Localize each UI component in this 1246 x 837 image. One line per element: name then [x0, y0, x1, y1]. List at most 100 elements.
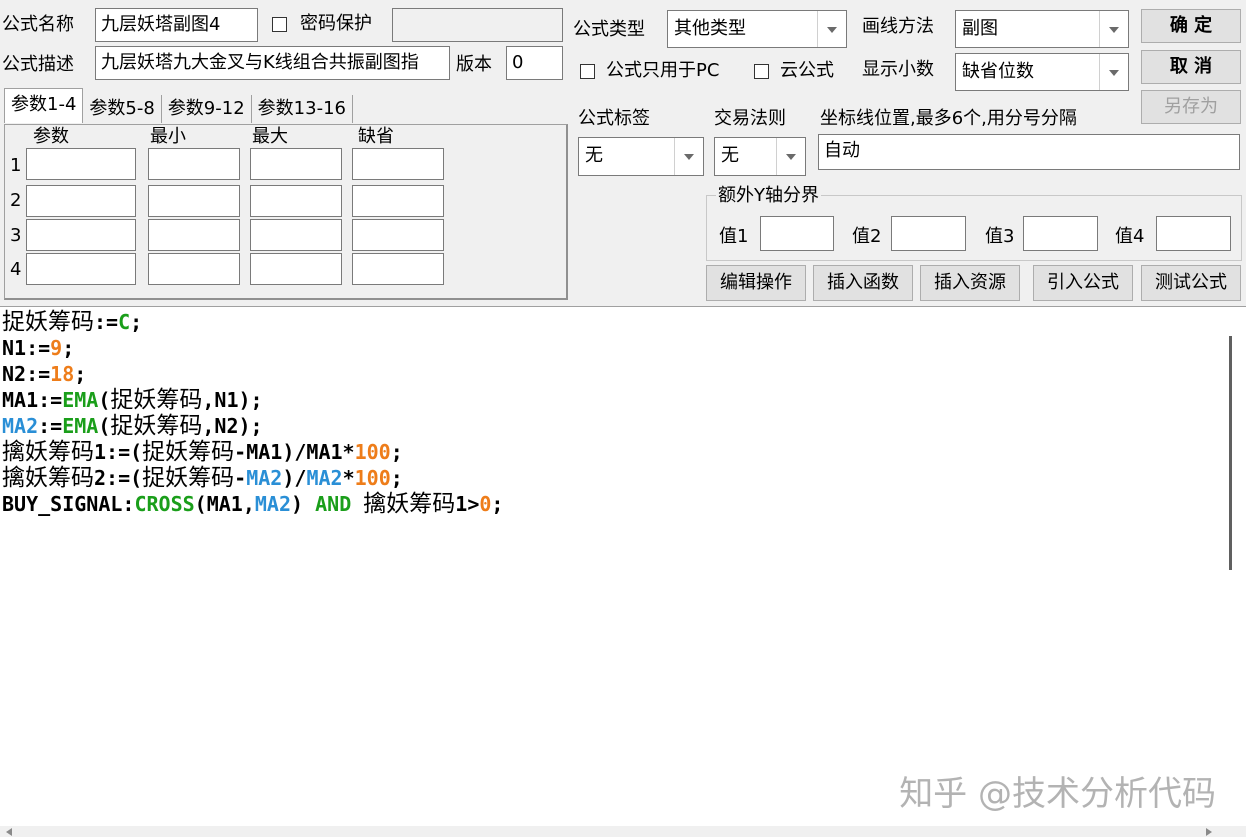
param-default-input[interactable]	[352, 148, 444, 180]
param-default-input[interactable]	[352, 253, 444, 285]
code-token: 捉妖筹码	[110, 387, 203, 413]
horizontal-scrollbar[interactable]	[0, 826, 1246, 837]
code-line-8: BUY_SIGNAL:CROSS(MA1,MA2) AND 擒妖筹码1>0;	[2, 492, 503, 516]
formula-tag-select[interactable]: 无	[578, 137, 704, 176]
draw-method-value: 副图	[962, 18, 998, 39]
col-header-param: 参数	[33, 126, 69, 147]
code-token: BUY_SIGNAL:	[2, 492, 135, 516]
scroll-right-icon[interactable]	[1206, 828, 1212, 836]
insert-function-button[interactable]: 插入函数	[813, 265, 913, 301]
param-max-input[interactable]	[250, 148, 342, 180]
param-max-input[interactable]	[250, 185, 342, 217]
draw-method-select[interactable]: 副图	[955, 10, 1129, 48]
password-label: 密码保护	[300, 13, 372, 34]
formula-type-select[interactable]: 其他类型	[667, 10, 847, 48]
code-token: EMA	[62, 388, 99, 412]
code-token: 捉妖筹码	[110, 413, 203, 439]
code-token: ;	[62, 336, 75, 360]
row-number: 4	[10, 259, 22, 280]
param-min-input[interactable]	[148, 219, 240, 251]
chevron-down-icon[interactable]	[1099, 11, 1128, 47]
col-header-max: 最大	[252, 126, 288, 147]
code-token: CROSS	[134, 492, 195, 516]
formula-name-input[interactable]: 九层妖塔副图4	[95, 8, 258, 42]
vertical-scrollbar-thumb[interactable]	[1229, 336, 1232, 570]
scroll-left-icon[interactable]	[6, 828, 12, 836]
cloud-checkbox[interactable]	[754, 64, 769, 79]
save-as-button[interactable]: 另存为	[1141, 90, 1241, 124]
value-label-4: 值4	[1115, 226, 1145, 247]
code-token: 捉妖筹码	[142, 465, 235, 491]
pc-only-checkbox[interactable]	[580, 64, 595, 79]
code-line-2: N1:=9;	[2, 336, 74, 360]
code-token: 18	[50, 362, 75, 386]
password-input[interactable]	[392, 8, 563, 42]
row-number: 2	[10, 190, 22, 211]
code-token: 1:=(	[94, 440, 143, 464]
formula-tag-label: 公式标签	[578, 108, 650, 129]
version-label: 版本	[456, 54, 492, 75]
code-editor[interactable]: 捉妖筹码:=C; N1:=9; N2:=18; MA1:=EMA(捉妖筹码,N1…	[0, 306, 1246, 837]
code-token: MA2	[2, 414, 39, 438]
trade-rule-value: 无	[721, 145, 739, 166]
code-line-6: 擒妖筹码1:=(捉妖筹码-MA1)/MA1*100;	[2, 440, 403, 464]
ok-button[interactable]: 确 定	[1141, 9, 1241, 43]
axis-position-input[interactable]: 自动	[818, 134, 1240, 170]
code-line-1: 捉妖筹码:=C;	[2, 310, 142, 334]
code-token: (	[98, 388, 111, 412]
password-checkbox[interactable]	[272, 17, 287, 32]
chevron-down-icon[interactable]	[1099, 54, 1128, 90]
param-min-input[interactable]	[148, 148, 240, 180]
formula-desc-input[interactable]: 九层妖塔九大金叉与K线组合共振副图指	[95, 46, 450, 80]
code-token: 捉妖筹码	[2, 309, 94, 335]
code-token: 捉妖筹码	[142, 439, 235, 465]
formula-type-value: 其他类型	[674, 18, 746, 39]
edit-ops-button[interactable]: 编辑操作	[706, 265, 806, 301]
code-line-7: 擒妖筹码2:=(捉妖筹码-MA2)/MA2*100;	[2, 466, 403, 490]
param-name-input[interactable]	[26, 185, 136, 217]
code-token: 2:=(	[94, 466, 143, 490]
code-token: MA1:=	[2, 388, 63, 412]
trade-rule-select[interactable]: 无	[714, 137, 806, 176]
value-label-1: 值1	[719, 226, 749, 247]
value-4-input[interactable]	[1156, 216, 1231, 251]
chevron-down-icon[interactable]	[674, 138, 703, 175]
decimals-select[interactable]: 缺省位数	[955, 53, 1129, 91]
param-name-input[interactable]	[26, 219, 136, 251]
param-min-input[interactable]	[148, 185, 240, 217]
tab-params-9-12[interactable]: 参数9-12	[162, 95, 252, 123]
code-token: (MA1,	[194, 492, 255, 516]
trade-rule-label: 交易法则	[714, 108, 786, 129]
value-2-input[interactable]	[891, 216, 966, 251]
tab-params-5-8[interactable]: 参数5-8	[83, 95, 162, 123]
test-formula-button[interactable]: 测试公式	[1141, 265, 1241, 301]
import-formula-button[interactable]: 引入公式	[1033, 265, 1133, 301]
param-max-input[interactable]	[250, 253, 342, 285]
row-number: 1	[10, 155, 22, 176]
code-token: ,N1);	[202, 388, 263, 412]
version-input[interactable]: 0	[506, 46, 563, 80]
param-default-input[interactable]	[352, 219, 444, 251]
param-min-input[interactable]	[148, 253, 240, 285]
code-token: ;	[390, 466, 403, 490]
param-tabs: 参数1-4 参数5-8 参数9-12 参数13-16	[4, 88, 353, 123]
chevron-down-icon[interactable]	[776, 138, 805, 175]
value-3-input[interactable]	[1023, 216, 1098, 251]
tab-params-13-16[interactable]: 参数13-16	[252, 95, 353, 123]
col-header-default: 缺省	[358, 126, 394, 147]
param-default-input[interactable]	[352, 185, 444, 217]
param-name-input[interactable]	[26, 253, 136, 285]
axis-position-label: 坐标线位置,最多6个,用分号分隔	[820, 108, 1077, 129]
value-1-input[interactable]	[760, 216, 834, 251]
code-token: C	[118, 310, 131, 334]
insert-resource-button[interactable]: 插入资源	[920, 265, 1020, 301]
code-token: 擒妖筹码	[363, 491, 456, 517]
param-max-input[interactable]	[250, 219, 342, 251]
code-token: EMA	[62, 414, 99, 438]
formula-type-label: 公式类型	[573, 19, 645, 40]
chevron-down-icon[interactable]	[817, 11, 846, 47]
cancel-button[interactable]: 取 消	[1141, 50, 1241, 84]
tab-params-1-4[interactable]: 参数1-4	[4, 88, 84, 123]
param-name-input[interactable]	[26, 148, 136, 180]
code-line-4: MA1:=EMA(捉妖筹码,N1);	[2, 388, 263, 412]
